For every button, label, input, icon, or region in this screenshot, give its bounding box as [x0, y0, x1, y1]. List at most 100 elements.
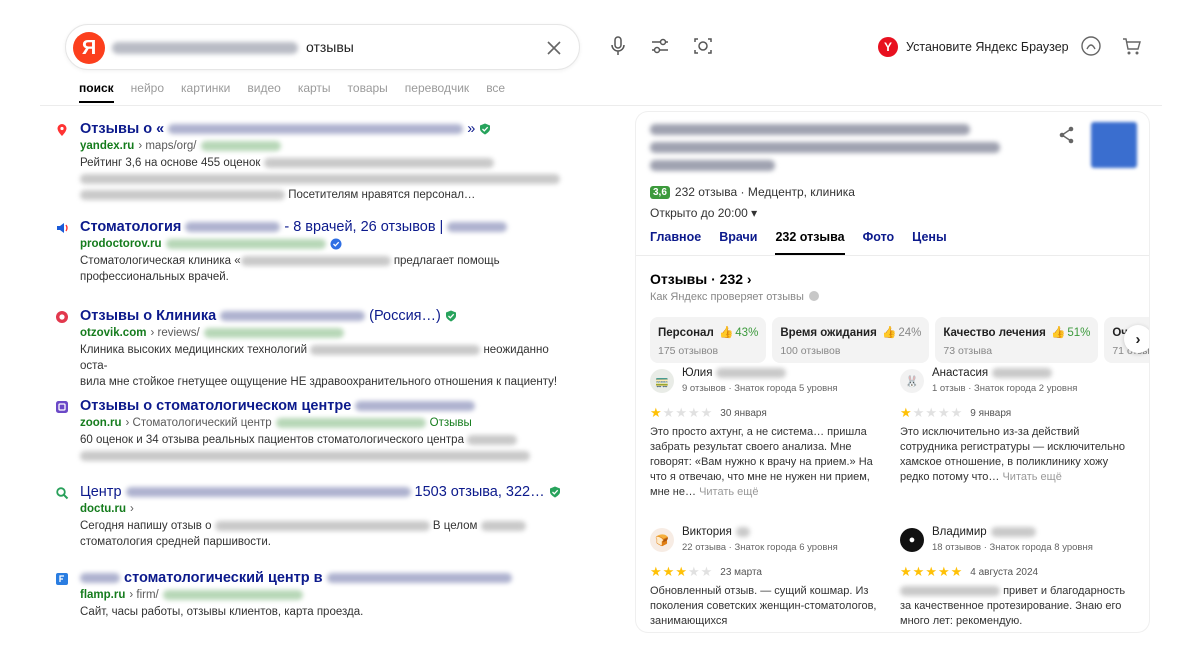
- snippet-line: Посетителям нравятся персонал…: [288, 189, 476, 201]
- opening-hours[interactable]: Открыто до 20:00 ▾: [650, 206, 757, 220]
- review-text: Это исключительно из-за действий сотрудн…: [900, 425, 1136, 485]
- reviews-check-link[interactable]: Как Яндекс проверяет отзывы: [650, 291, 819, 303]
- org-title-blurred: [650, 124, 970, 135]
- result-title: Отзывы о Клиника: [80, 308, 217, 324]
- tab-main[interactable]: Главное: [650, 230, 701, 255]
- thumbs-up-icon: 👍: [878, 327, 897, 339]
- review-date: 30 января: [720, 407, 767, 419]
- tab-all[interactable]: все: [486, 81, 505, 103]
- result-domain: yandex.ru: [80, 140, 135, 152]
- review-text: привет и благодарность за качественное п…: [900, 584, 1136, 629]
- zoon-icon: [56, 401, 68, 413]
- rating-badge: 3,6: [650, 185, 670, 199]
- read-more-link[interactable]: Читать ещё: [699, 486, 758, 498]
- result-title-link[interactable]: Отзывы о стоматологическом центре: [80, 398, 575, 414]
- tab-video[interactable]: видео: [247, 81, 280, 103]
- search-result: Центр 1503 отзыва, 322… doctu.ru › Сегод…: [55, 484, 575, 550]
- snippet-line: Сайт, часы работы, отзывы клиентов, карт…: [80, 606, 364, 618]
- result-url[interactable]: zoon.ru › Стоматологический центр Отзывы: [80, 417, 575, 429]
- result-title-link[interactable]: Отзывы о Клиника (Россия…): [80, 308, 575, 324]
- result-title-link[interactable]: Центр 1503 отзыва, 322…: [80, 484, 575, 500]
- reviewer-name-row[interactable]: Виктория: [682, 526, 750, 538]
- reviewer-name: Виктория: [682, 526, 732, 538]
- microphone-icon[interactable]: [606, 34, 630, 58]
- search-result: Отзывы о стоматологическом центре zoon.r…: [55, 398, 575, 464]
- aspect-name: Время ожидания: [780, 327, 877, 339]
- flamp-icon: [56, 573, 68, 585]
- review-text: Это просто ахтунг, а не система… пришла …: [650, 425, 886, 500]
- result-title-link[interactable]: Стоматология - 8 врачей, 26 отзывов |: [80, 219, 575, 235]
- tab-images[interactable]: картинки: [181, 81, 230, 103]
- star-rating: ★ ★ ★ ★ ★ 9 января: [900, 405, 1011, 421]
- reviewer-name: Анастасия: [932, 367, 989, 379]
- camera-search-icon[interactable]: [691, 34, 715, 58]
- tab-products[interactable]: товары: [348, 81, 388, 103]
- result-url[interactable]: otzovik.com › reviews/: [80, 327, 575, 339]
- qr-code-image[interactable]: [1091, 122, 1137, 168]
- star-icon: ★: [662, 564, 675, 579]
- result-url[interactable]: prodoctorov.ru: [80, 238, 575, 250]
- verified-icon: [445, 310, 456, 322]
- blurred-text: [168, 124, 464, 134]
- star-icon: ★: [912, 405, 925, 420]
- filters-icon[interactable]: [648, 34, 672, 58]
- result-url[interactable]: yandex.ru › maps/org/: [80, 140, 575, 152]
- tab-search[interactable]: поиск: [79, 81, 114, 103]
- browser-promo-link[interactable]: Y Установите Яндекс Браузер: [878, 37, 1069, 57]
- chevron-right-icon[interactable]: ›: [1124, 325, 1149, 353]
- star-icon: ★: [650, 405, 662, 420]
- aspect-count: 100 отзывов: [780, 345, 841, 357]
- read-more-link[interactable]: Читать ещё: [1002, 471, 1061, 483]
- result-url[interactable]: flamp.ru › firm/: [80, 589, 575, 601]
- yandex-logo[interactable]: Я: [73, 32, 105, 64]
- reviewer-name-row[interactable]: Владимир: [932, 526, 1036, 538]
- aspect-chip[interactable]: Персонал 👍 43% 175 отзывов: [650, 317, 767, 363]
- map-pin-icon: [57, 124, 67, 136]
- tab-maps[interactable]: карты: [298, 81, 331, 103]
- result-path: › Стоматологический центр: [125, 417, 272, 429]
- tab-reviews[interactable]: 232 отзыва: [775, 230, 845, 255]
- star-icon: ★: [900, 564, 912, 579]
- blurred-text: [162, 590, 303, 600]
- snippet-line: стоматология средней паршивости.: [80, 536, 271, 548]
- close-icon[interactable]: [543, 37, 565, 59]
- tab-doctors[interactable]: Врачи: [719, 230, 757, 255]
- result-title-link[interactable]: стоматологический центр в: [80, 570, 575, 586]
- snippet-line: Клиника высоких медицинских технологий: [80, 344, 308, 356]
- reviews-heading[interactable]: Отзывы · 232 ›: [650, 271, 752, 287]
- snippet-line: профессиональных врачей.: [80, 271, 229, 283]
- tab-translator[interactable]: переводчик: [405, 81, 469, 103]
- tab-neuro[interactable]: нейро: [131, 81, 164, 103]
- result-title: Отзывы о «: [80, 121, 165, 137]
- tab-prices[interactable]: Цены: [912, 230, 946, 255]
- aspect-chip[interactable]: Время ожидания 👍 24% 100 отзывов: [772, 317, 930, 363]
- blurred-text: [80, 189, 285, 200]
- result-domain: otzovik.com: [80, 327, 147, 339]
- result-domain: doctu.ru: [80, 503, 126, 515]
- reviewer-name-row[interactable]: Анастасия: [932, 367, 1053, 379]
- star-icon: ★: [687, 564, 700, 579]
- aspect-chip[interactable]: Качество лечения 👍 51% 73 отзыва: [935, 317, 1099, 363]
- snippet-line: вила мне стойкое гнетущее ощущение НЕ зд…: [80, 376, 558, 388]
- tab-photos[interactable]: Фото: [863, 230, 895, 255]
- search-result: стоматологический центр в flamp.ru › fir…: [55, 570, 575, 620]
- result-title-link[interactable]: Отзывы о « »: [80, 121, 575, 137]
- cart-icon[interactable]: [1120, 34, 1144, 58]
- avatar: 🚃: [650, 369, 674, 393]
- rating-text[interactable]: 232 отзыва · Медцентр, клиника: [675, 185, 855, 199]
- header-divider: [40, 105, 1162, 106]
- search-query[interactable]: отзывы: [306, 39, 354, 55]
- blurred-text: [990, 527, 1036, 537]
- blurred-text: [200, 141, 281, 151]
- profile-icon[interactable]: [1079, 34, 1103, 58]
- aspect-count: 175 отзывов: [658, 345, 719, 357]
- snippet-line: предлагает помощь: [393, 255, 500, 267]
- result-snippet: 60 оценок и 34 отзыва реальных пациентов…: [80, 432, 575, 464]
- star-icon: ★: [925, 405, 937, 420]
- search-box[interactable]: Я отзывы: [65, 24, 580, 70]
- result-url[interactable]: doctu.ru ›: [80, 503, 575, 515]
- blurred-text: [735, 527, 750, 537]
- reviewer-name-row[interactable]: Юлия: [682, 367, 787, 379]
- share-icon[interactable]: [1056, 124, 1078, 146]
- organization-card: 3,6 232 отзыва · Медцентр, клиника Откры…: [636, 112, 1149, 632]
